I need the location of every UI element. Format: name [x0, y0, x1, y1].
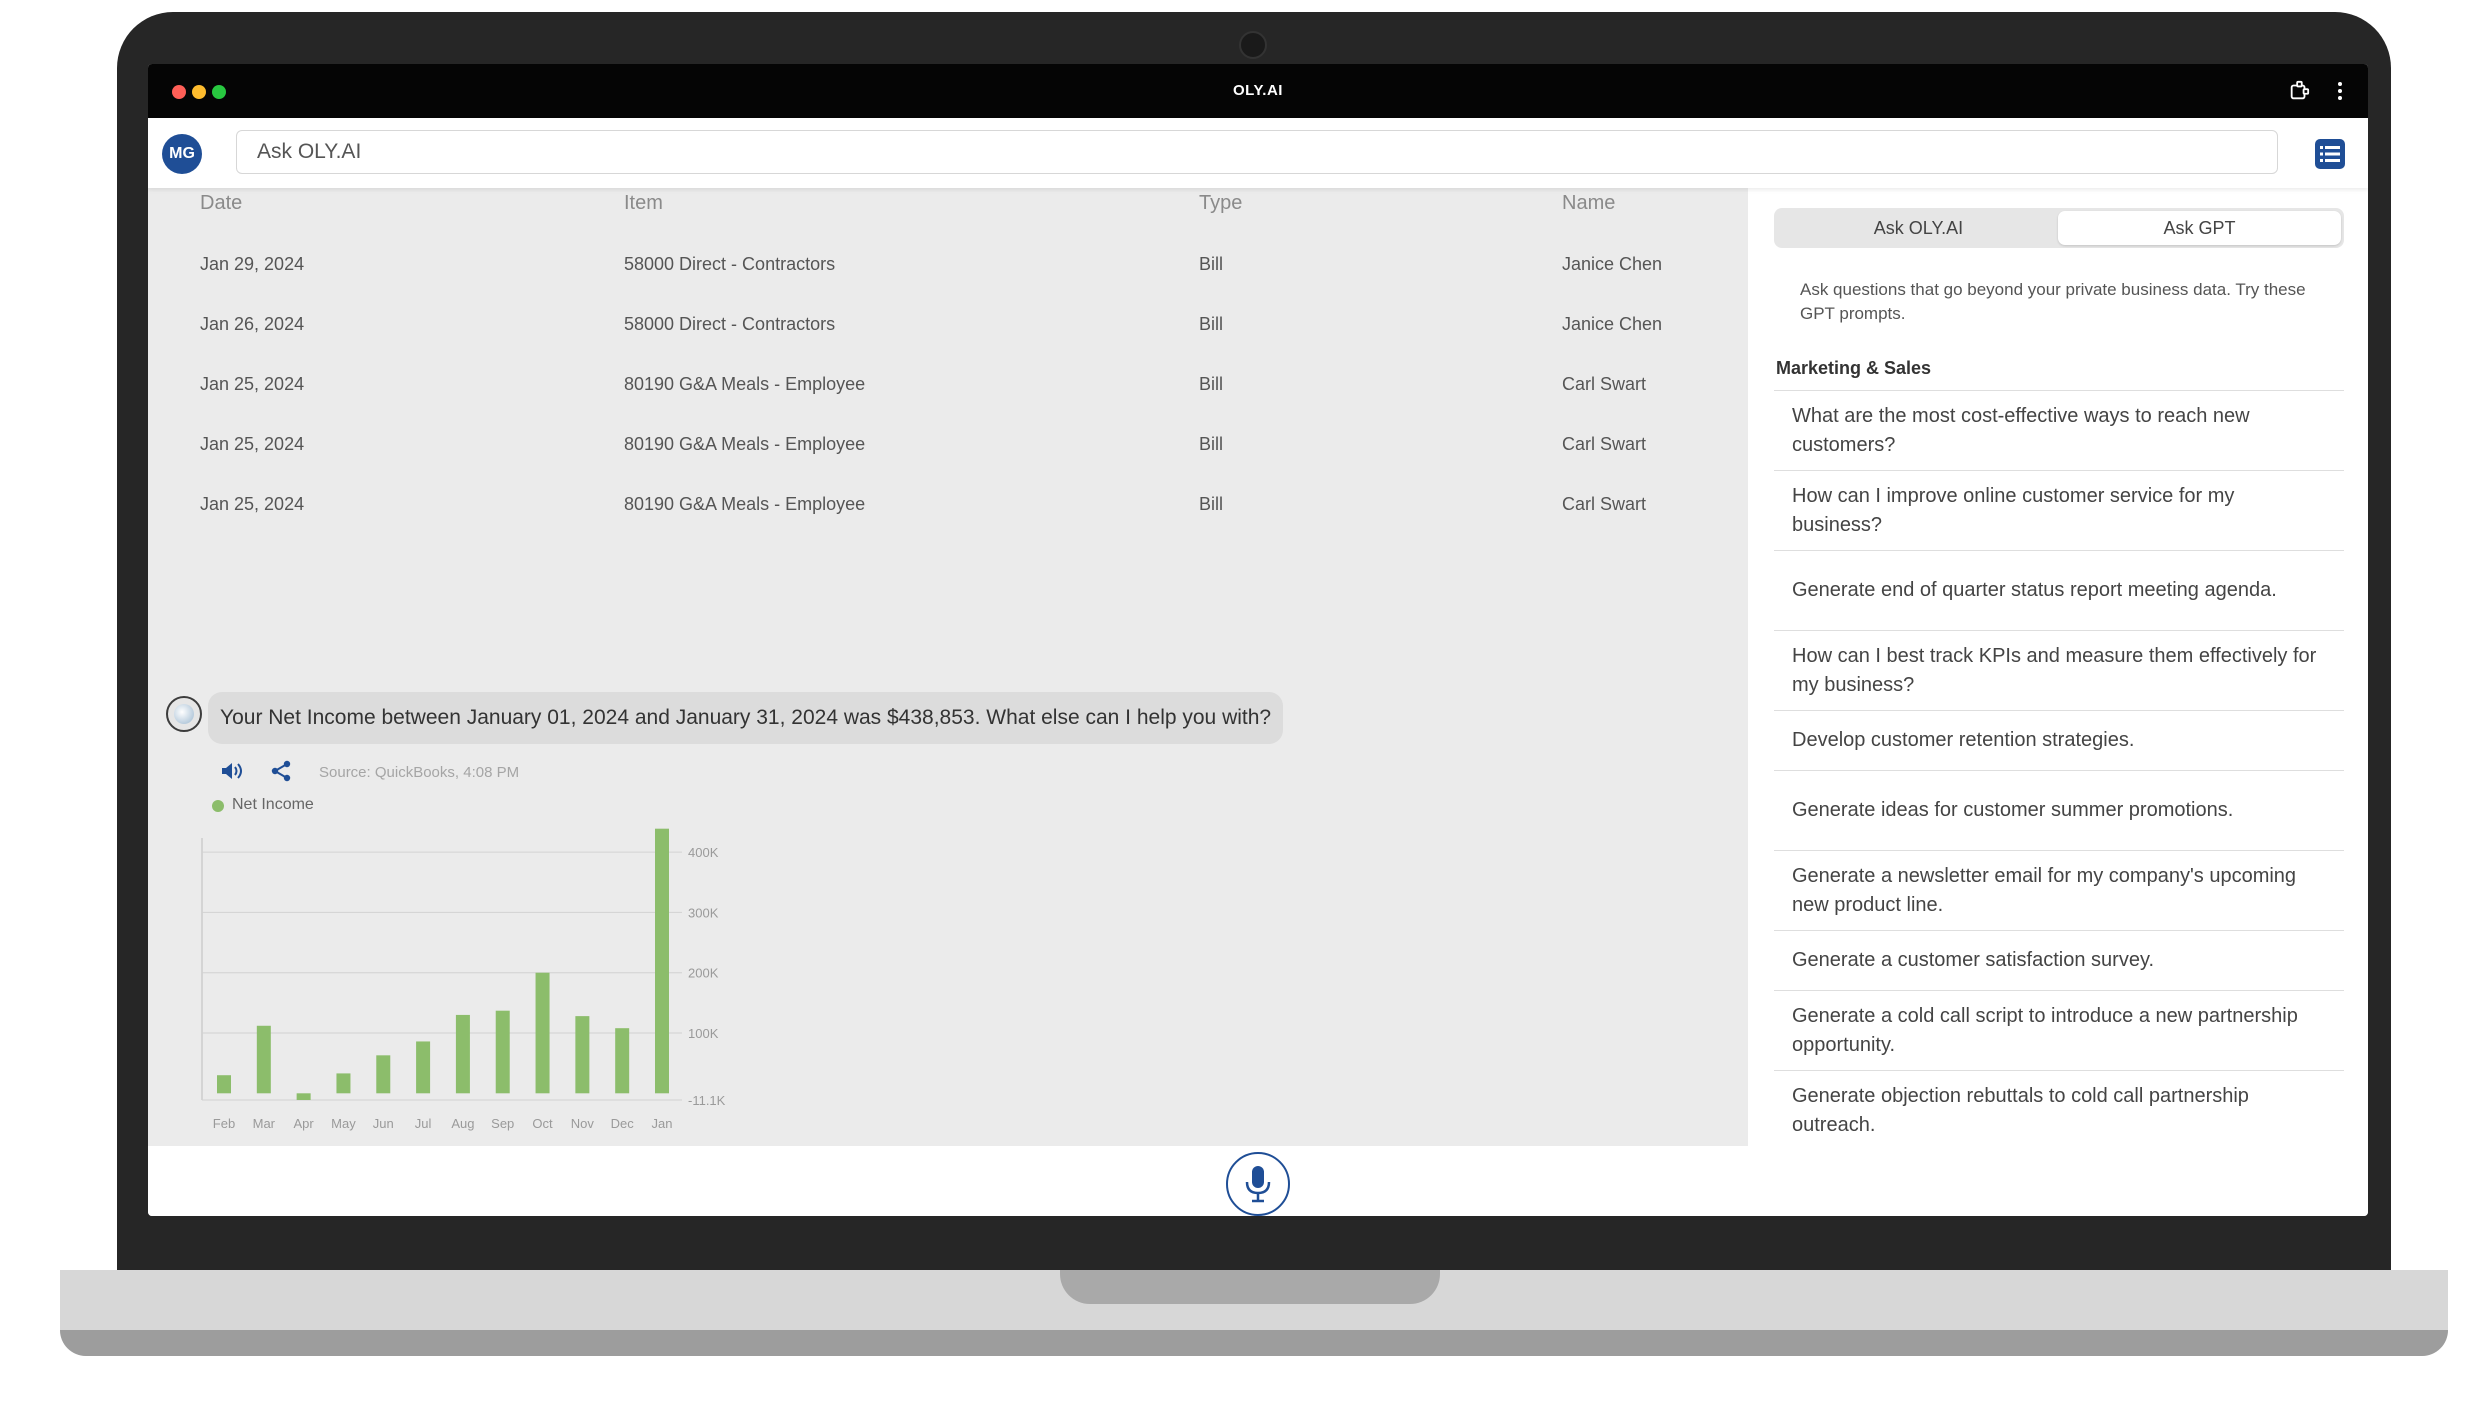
webcam-icon	[1239, 31, 1267, 59]
microphone-icon	[1245, 1166, 1271, 1203]
cell-date: Jan 26, 2024	[200, 314, 305, 334]
cell-date: Jan 29, 2024	[200, 254, 305, 274]
prompt-item[interactable]: How can I improve online customer servic…	[1774, 471, 2344, 551]
x-tick-label: Jun	[373, 1116, 394, 1131]
bar-jan[interactable]	[655, 828, 669, 1094]
x-tick-label: Feb	[213, 1116, 235, 1131]
x-tick-label: Dec	[611, 1116, 635, 1131]
tab-ask-oly[interactable]: Ask OLY.AI	[1777, 211, 2060, 245]
cell-type: Bill	[1199, 374, 1224, 394]
x-tick-label: Apr	[294, 1116, 315, 1131]
x-tick-label: Aug	[451, 1116, 474, 1131]
prompt-item[interactable]: Generate end of quarter status report me…	[1774, 551, 2344, 631]
prompt-item[interactable]: Generate a customer satisfaction survey.	[1774, 931, 2344, 991]
cell-name: Carl Swart	[1562, 374, 1647, 394]
ask-mode-toggle: Ask OLY.AI Ask GPT	[1774, 208, 2344, 248]
tab-ask-gpt[interactable]: Ask GPT	[2058, 211, 2341, 245]
y-tick-label: -11.1K	[688, 1093, 726, 1108]
kebab-menu-icon[interactable]	[2328, 78, 2352, 104]
prompt-item[interactable]: What are the most cost-effective ways to…	[1774, 391, 2344, 471]
x-tick-label: Jan	[652, 1116, 673, 1131]
legend-swatch	[212, 800, 224, 812]
window-title: OLY.AI	[1233, 82, 1283, 99]
bar-oct[interactable]	[535, 972, 550, 1094]
bar-dec[interactable]	[615, 1028, 630, 1094]
cell-item: 80190 G&A Meals - Employee	[624, 374, 866, 394]
x-tick-label: Mar	[253, 1116, 276, 1131]
assistant-avatar	[166, 696, 202, 732]
cell-name: Carl Swart	[1562, 494, 1647, 514]
bar-jun[interactable]	[376, 1055, 391, 1094]
column-header-item[interactable]: Item	[624, 192, 663, 215]
y-tick-label: 100K	[688, 1026, 719, 1041]
cell-type: Bill	[1199, 434, 1224, 454]
y-tick-label: 400K	[688, 845, 719, 860]
prompt-item[interactable]: Generate a newsletter email for my compa…	[1774, 851, 2344, 931]
laptop-hinge-notch	[1060, 1270, 1440, 1304]
laptop-base-bottom	[60, 1330, 2448, 1356]
results-panel: Date Item Type Name Jan 29, 2024 58000 D…	[148, 188, 1748, 1146]
y-tick-label: 300K	[688, 905, 719, 920]
extension-icon[interactable]	[2288, 80, 2310, 102]
prompt-item[interactable]: Generate objection rebuttals to cold cal…	[1774, 1071, 2344, 1151]
x-tick-label: May	[331, 1116, 356, 1131]
x-tick-label: Oct	[532, 1116, 553, 1131]
bar-mar[interactable]	[256, 1025, 271, 1094]
y-tick-label: 200K	[688, 966, 719, 981]
bar-feb[interactable]	[217, 1075, 231, 1094]
speaker-icon[interactable]	[220, 760, 244, 782]
assistant-message: Your Net Income between January 01, 2024…	[208, 692, 1284, 744]
column-header-date[interactable]: Date	[200, 192, 242, 215]
bar-sep[interactable]	[495, 1010, 510, 1094]
cell-item: 80190 G&A Meals - Employee	[624, 494, 866, 514]
bar-aug[interactable]	[455, 1014, 470, 1094]
cell-item: 58000 Direct - Contractors	[624, 254, 836, 274]
gpt-intro-text: Ask questions that go beyond your privat…	[1800, 280, 2306, 323]
column-header-type[interactable]: Type	[1199, 192, 1242, 215]
gpt-prompts-panel: Ask OLY.AI Ask GPT Ask questions that go…	[1748, 188, 2368, 1151]
prompt-item[interactable]: Generate a cold call script to introduce…	[1774, 991, 2344, 1071]
cell-date: Jan 25, 2024	[200, 434, 305, 454]
cell-name: Janice Chen	[1562, 314, 1663, 334]
x-tick-label: Nov	[571, 1116, 595, 1131]
cell-type: Bill	[1199, 494, 1224, 514]
column-header-name[interactable]: Name	[1562, 192, 1615, 215]
prompt-item[interactable]: Generate ideas for customer summer promo…	[1774, 771, 2344, 851]
bar-nov[interactable]	[575, 1016, 590, 1094]
cell-name: Carl Swart	[1562, 434, 1647, 454]
microphone-button[interactable]	[1226, 1152, 1290, 1216]
ask-oly-input[interactable]	[236, 130, 2278, 174]
x-tick-label: Sep	[491, 1116, 514, 1131]
prompt-list: What are the most cost-effective ways to…	[1774, 390, 2344, 1151]
prompt-category-heading: Marketing & Sales	[1776, 358, 1932, 378]
source-timestamp: Source: QuickBooks, 4:08 PM	[319, 764, 520, 781]
bar-jul[interactable]	[416, 1041, 431, 1094]
cell-item: 80190 G&A Meals - Employee	[624, 434, 866, 454]
x-tick-label: Jul	[415, 1116, 432, 1131]
window-titlebar: OLY.AI	[148, 64, 2368, 118]
cell-type: Bill	[1199, 254, 1224, 274]
net-income-chart: 400K 300K 200K 100K -11.1K Feb Mar Apr May Jun Jul…	[201, 828, 726, 1131]
prompt-item[interactable]: How can I best track KPIs and measure th…	[1774, 631, 2344, 711]
cell-type: Bill	[1199, 314, 1224, 334]
share-icon[interactable]	[270, 759, 292, 783]
user-avatar[interactable]: MG	[162, 134, 202, 174]
bar-apr[interactable]	[296, 1093, 311, 1100]
prompt-item[interactable]: Develop customer retention strategies.	[1774, 711, 2344, 771]
cell-name: Janice Chen	[1562, 254, 1663, 274]
app-screen: OLY.AI MG Date Item Type Name Jan 29, 20…	[148, 64, 2368, 1216]
legend-label: Net Income	[232, 796, 314, 813]
bottom-bar	[148, 1146, 2368, 1216]
top-bar: MG	[148, 118, 2368, 188]
cell-date: Jan 25, 2024	[200, 494, 305, 514]
list-icon[interactable]	[2314, 138, 2346, 170]
bar-may[interactable]	[336, 1073, 351, 1094]
cell-date: Jan 25, 2024	[200, 374, 305, 394]
cell-item: 58000 Direct - Contractors	[624, 314, 836, 334]
